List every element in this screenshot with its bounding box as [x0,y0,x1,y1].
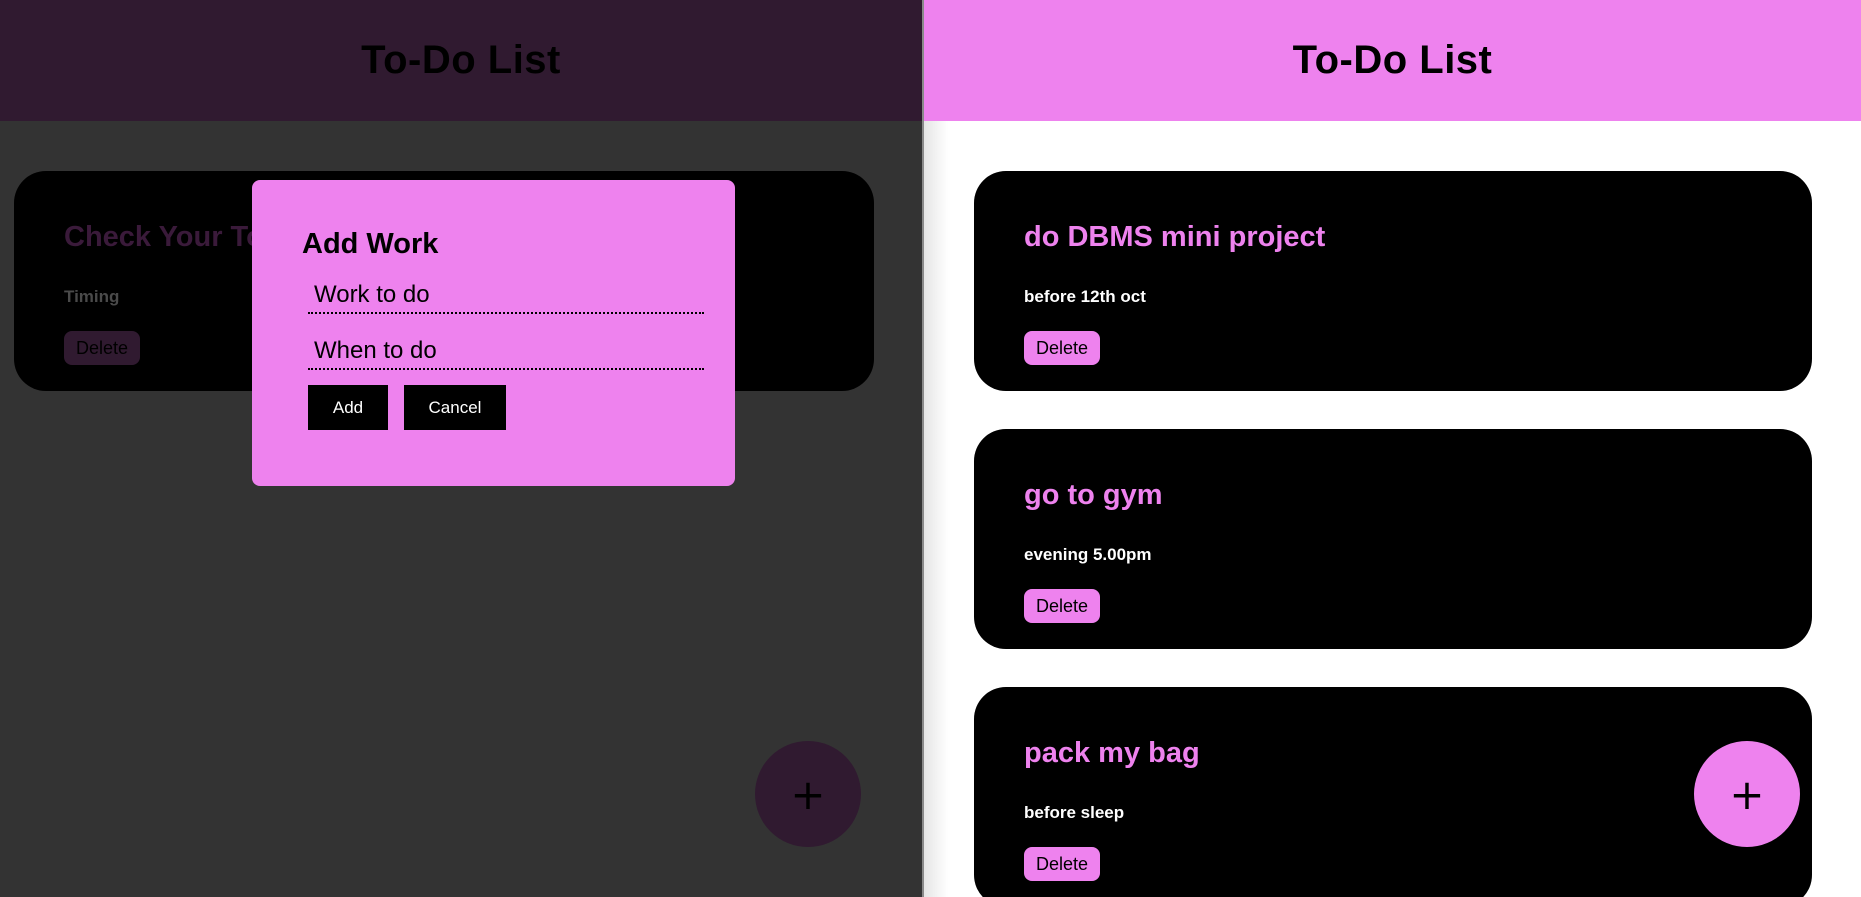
work-to-do-input[interactable] [308,278,704,314]
task-title: pack my bag [1024,737,1200,769]
add-task-fab[interactable]: + [755,741,861,847]
task-card: go to gym evening 5.00pm Delete [974,429,1812,649]
task-timing: evening 5.00pm [1024,545,1152,564]
app-header: To-Do List [0,0,922,121]
todo-app-list-view: To-Do List do DBMS mini project before 1… [924,0,1861,897]
todo-app-modal-view: To-Do List Check Your To Timing Delete A… [0,0,922,897]
task-title: do DBMS mini project [1024,221,1326,253]
task-timing: Timing [64,287,120,306]
task-title: go to gym [1024,479,1163,511]
page-title: To-Do List [1292,38,1493,82]
add-task-fab[interactable]: + [1694,741,1800,847]
app-header: To-Do List [924,0,1861,121]
task-card: do DBMS mini project before 12th oct Del… [974,171,1812,391]
delete-button[interactable]: Delete [1024,589,1101,623]
modal-title: Add Work [302,228,439,260]
cancel-button[interactable]: Cancel [404,385,506,430]
when-to-do-input[interactable] [308,334,704,370]
add-work-modal: Add Work Add Cancel [252,180,735,486]
task-title: Check Your To [64,221,264,253]
add-button[interactable]: Add [308,385,388,430]
task-timing: before 12th oct [1024,287,1146,306]
plus-icon: + [1729,769,1765,819]
page-title: To-Do List [361,38,561,82]
task-timing: before sleep [1024,803,1125,822]
task-card: pack my bag before sleep Delete [974,687,1812,897]
delete-button[interactable]: Delete [1024,847,1101,881]
delete-button[interactable]: Delete [1024,331,1101,365]
plus-icon: + [790,769,826,819]
delete-button[interactable]: Delete [64,331,141,365]
